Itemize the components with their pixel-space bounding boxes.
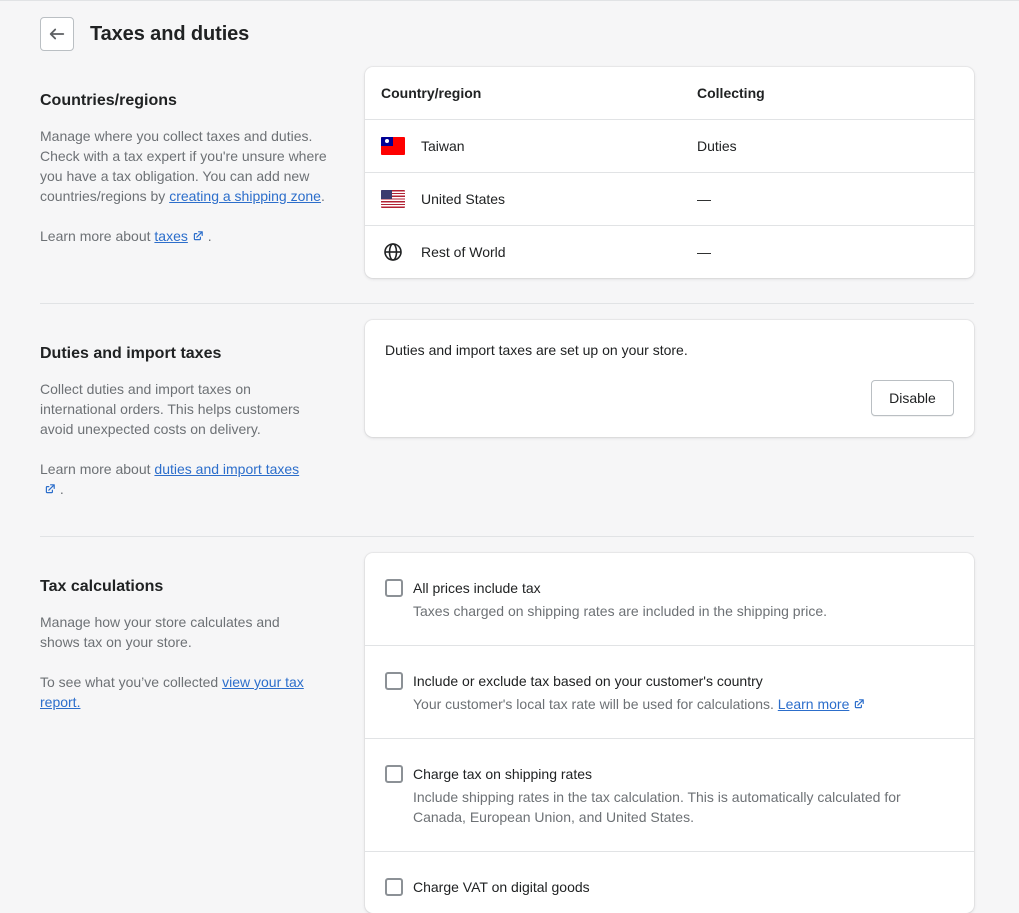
duties-heading: Duties and import taxes <box>40 345 222 362</box>
option-help: Your customer's local tax rate will be u… <box>413 694 865 714</box>
country-name: United States <box>421 190 506 207</box>
option-all-prices-include-tax[interactable]: All prices include tax Taxes charged on … <box>365 553 974 646</box>
section-divider <box>40 303 974 304</box>
us-flag-icon <box>381 189 405 208</box>
tax-report-text: To see what you’ve collected view your t… <box>40 674 304 710</box>
creating-shipping-zone-link[interactable]: creating a shipping zone <box>169 188 321 204</box>
section-divider <box>40 536 974 537</box>
page-title: Taxes and duties <box>90 22 250 45</box>
option-label: Charge tax on shipping rates <box>413 766 592 782</box>
option-help: Taxes charged on shipping rates are incl… <box>413 603 828 619</box>
external-link-icon <box>193 231 203 241</box>
countries-learn-more: Learn more about taxes . <box>40 228 212 244</box>
option-label: Charge VAT on digital goods <box>413 879 590 895</box>
duties-status-text: Duties and import taxes are set up on yo… <box>385 342 688 358</box>
duties-desc-text: Collect duties and import taxes on inter… <box>40 381 300 437</box>
tax-calc-heading: Tax calculations <box>40 578 164 595</box>
arrow-left-icon <box>49 28 65 40</box>
disable-button[interactable]: Disable <box>871 380 954 416</box>
column-header-country: Country/region <box>365 67 681 120</box>
duties-card: Duties and import taxes are set up on yo… <box>365 320 974 437</box>
option-customer-country-tax[interactable]: Include or exclude tax based on your cus… <box>365 646 974 739</box>
external-link-icon <box>45 484 55 494</box>
option-charge-tax-shipping[interactable]: Charge tax on shipping rates Include shi… <box>365 739 974 852</box>
countries-table: Country/region Collecting Taiwan Duties … <box>365 67 974 278</box>
option-label: Include or exclude tax based on your cus… <box>413 673 763 689</box>
table-row[interactable]: United States — <box>365 172 974 226</box>
duties-learn-more: Learn more about duties and import taxes… <box>40 461 300 497</box>
option-help: Include shipping rates in the tax calcul… <box>413 789 901 825</box>
taxes-link[interactable]: taxes <box>154 228 203 244</box>
country-cell: Rest of World <box>365 225 681 278</box>
taiwan-flag-icon <box>381 136 405 155</box>
countries-desc-text: Manage where you collect taxes and dutie… <box>40 128 327 204</box>
country-cell: Taiwan <box>365 119 681 173</box>
all-prices-include-tax-checkbox[interactable] <box>385 579 403 597</box>
back-button[interactable] <box>40 17 74 51</box>
collecting-cell: Duties <box>681 119 974 173</box>
tax-calc-desc-text: Manage how your store calculates and sho… <box>40 614 280 650</box>
option-label: All prices include tax <box>413 580 541 596</box>
column-header-collecting: Collecting <box>681 67 974 120</box>
country-name: Rest of World <box>421 243 506 260</box>
tax-calc-description: Tax calculations Manage how your store c… <box>40 575 340 712</box>
country-cell: United States <box>365 172 681 226</box>
duties-description: Duties and import taxes Collect duties a… <box>40 342 340 499</box>
table-header-row: Country/region Collecting <box>365 67 974 120</box>
countries-description: Countries/regions Manage where you colle… <box>40 89 340 246</box>
external-link-icon <box>855 699 865 709</box>
tax-calc-card: All prices include tax Taxes charged on … <box>365 553 974 913</box>
collecting-cell: — <box>681 172 974 226</box>
table-row[interactable]: Taiwan Duties <box>365 119 974 173</box>
option-charge-vat-digital[interactable]: Charge VAT on digital goods <box>365 852 974 913</box>
charge-tax-shipping-checkbox[interactable] <box>385 765 403 783</box>
page-header: Taxes and duties <box>40 17 249 51</box>
charge-vat-digital-checkbox[interactable] <box>385 878 403 896</box>
countries-card: Country/region Collecting Taiwan Duties … <box>365 67 974 278</box>
countries-heading: Countries/regions <box>40 92 177 109</box>
collecting-cell: — <box>697 243 711 260</box>
country-name: Taiwan <box>421 137 465 154</box>
learn-more-link[interactable]: Learn more <box>778 696 866 712</box>
table-row[interactable]: Rest of World — <box>365 225 974 278</box>
globe-icon <box>384 242 402 261</box>
customer-country-tax-checkbox[interactable] <box>385 672 403 690</box>
